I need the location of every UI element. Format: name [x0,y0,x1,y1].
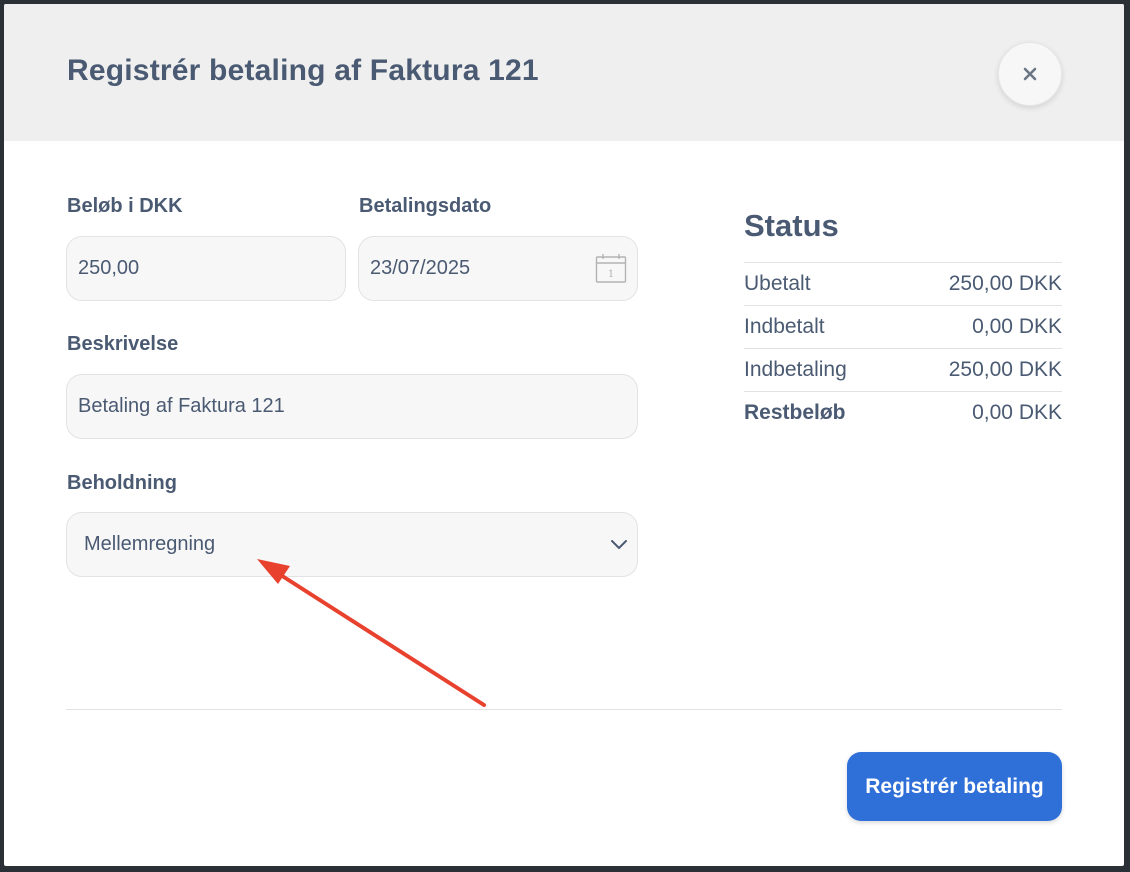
status-title: Status [744,208,839,243]
status-row-payment: Indbetaling 250,00 DKK [744,348,1062,391]
status-label: Indbetaling [744,358,847,381]
date-label: Betalingsdato [359,195,492,217]
calendar-day-text: 1 [608,269,614,280]
description-input[interactable] [67,375,637,438]
chevron-down-icon [611,540,627,549]
close-button[interactable] [998,42,1062,106]
status-row-paid: Indbetalt 0,00 DKK [744,305,1062,348]
account-selected-value: Mellemregning [84,533,216,555]
amount-input[interactable] [67,237,345,300]
status-value: 250,00 DKK [948,272,1062,295]
status-table: Ubetalt 250,00 DKK Indbetalt 0,00 DKK In… [744,262,1062,434]
account-label: Beholdning [67,472,177,494]
footer-divider [66,709,1062,710]
modal-title: Registrér betaling af Faktura 121 [67,54,539,87]
description-field[interactable] [66,374,638,439]
date-field[interactable]: 1 [358,236,638,301]
status-value: 0,00 DKK [972,401,1062,424]
status-value: 0,00 DKK [972,315,1062,338]
status-row-remaining: Restbeløb 0,00 DKK [744,391,1062,434]
description-label: Beskrivelse [67,333,179,355]
calendar-icon[interactable]: 1 [595,252,627,284]
status-value: 250,00 DKK [948,358,1062,381]
register-payment-button[interactable]: Registrér betaling [847,752,1062,821]
status-label: Ubetalt [744,272,811,295]
amount-label: Beløb i DKK [67,195,183,217]
status-label: Indbetalt [744,315,825,338]
amount-field[interactable] [66,236,346,301]
status-label: Restbeløb [744,401,846,424]
account-select[interactable]: Mellemregning [66,512,638,577]
status-row-unpaid: Ubetalt 250,00 DKK [744,262,1062,305]
payment-modal: Registrér betaling af Faktura 121 Beløb … [4,4,1124,866]
modal-header: Registrér betaling af Faktura 121 [4,4,1124,141]
close-icon [1023,67,1037,81]
